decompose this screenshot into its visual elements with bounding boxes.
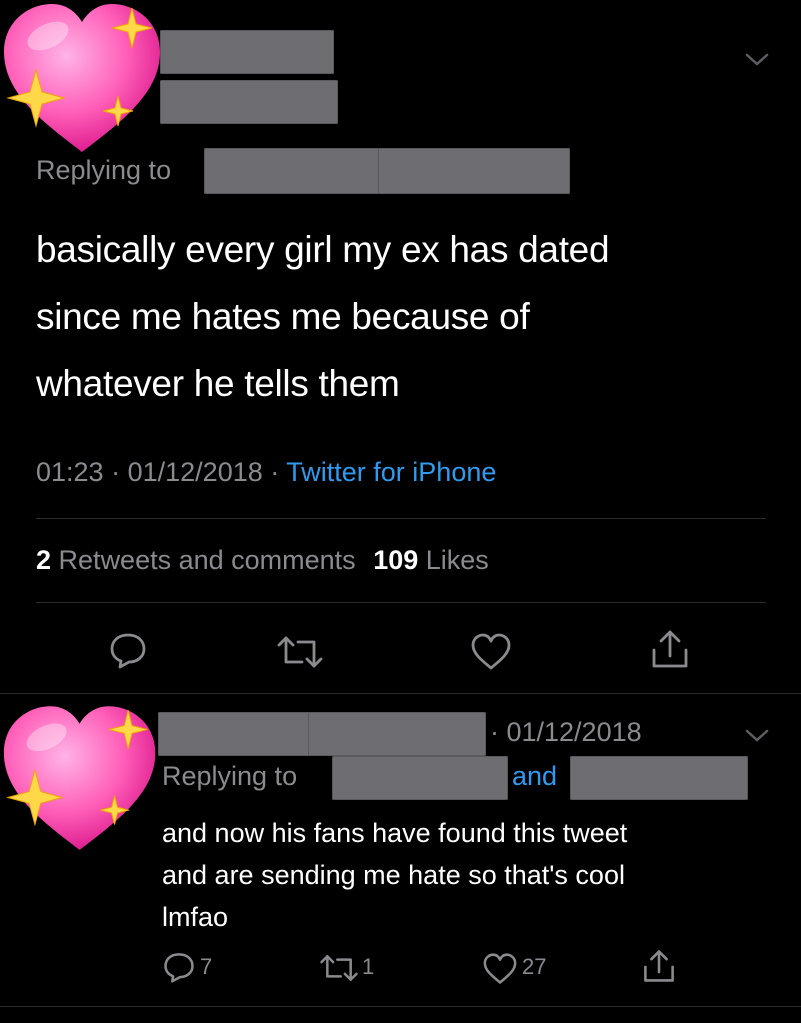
- engagement-stats: 2 Retweets and comments 109 Likes: [36, 545, 489, 576]
- retweets-count: 2: [36, 545, 52, 575]
- share-icon[interactable]: [642, 948, 676, 984]
- display-name-redacted[interactable]: [160, 30, 334, 74]
- divider: [36, 518, 766, 519]
- tweet-meta: 01:23 · 01/12/2018 · Twitter for iPhone: [36, 457, 496, 488]
- tweet-time: 01:23: [36, 457, 104, 487]
- tweet-text: basically every girl my ex has dated sin…: [36, 216, 610, 417]
- reply-icon[interactable]: [108, 631, 148, 669]
- replying-to-user-redacted-2[interactable]: [378, 148, 570, 194]
- like-icon[interactable]: [482, 953, 518, 985]
- like-count: 27: [522, 954, 547, 979]
- chevron-down-icon[interactable]: [744, 52, 770, 68]
- tweet-text-line: since me hates me because of: [36, 296, 530, 337]
- sparkling-heart-icon[interactable]: [0, 700, 165, 860]
- handle-redacted[interactable]: [160, 80, 338, 124]
- tweet-source-link[interactable]: Twitter for iPhone: [286, 457, 496, 487]
- reply-text-line: and are sending me hate so that's cool: [162, 860, 625, 890]
- replying-to-user-redacted-1[interactable]: [204, 148, 380, 194]
- chevron-down-icon[interactable]: [744, 728, 770, 744]
- tweet-text-line: basically every girl my ex has dated: [36, 229, 610, 270]
- meta-separator: ·: [270, 457, 280, 487]
- reply-text: and now his fans have found this tweet a…: [162, 812, 627, 938]
- likes-stat[interactable]: 109 Likes: [373, 545, 489, 575]
- retweets-label: Retweets and comments: [58, 545, 356, 575]
- divider: [0, 693, 801, 694]
- replying-to-label: Replying to: [162, 761, 298, 791]
- handle-redacted[interactable]: [308, 712, 486, 756]
- replying-to-user-redacted-1[interactable]: [332, 756, 508, 800]
- divider: [0, 1006, 801, 1007]
- and-label: and: [512, 761, 558, 791]
- tweet-date: 01/12/2018: [127, 457, 263, 487]
- reply-icon[interactable]: [162, 951, 196, 983]
- retweet-icon[interactable]: [318, 953, 360, 983]
- meta-separator: ·: [111, 457, 121, 487]
- sparkling-heart-icon[interactable]: [0, 0, 170, 160]
- divider: [36, 602, 766, 603]
- reply-text-line: lmfao: [162, 902, 229, 932]
- reply-text-line: and now his fans have found this tweet: [162, 818, 628, 848]
- replying-to-user-redacted-2[interactable]: [570, 756, 748, 800]
- reply-date: · 01/12/2018: [490, 717, 642, 747]
- display-name-redacted[interactable]: [158, 712, 310, 756]
- retweet-count: 1: [362, 954, 375, 979]
- likes-count: 109: [373, 545, 419, 575]
- reply-count: 7: [200, 954, 213, 979]
- like-icon[interactable]: [470, 633, 512, 671]
- retweet-icon[interactable]: [276, 634, 324, 670]
- tweet-text-line: whatever he tells them: [36, 363, 400, 404]
- share-icon[interactable]: [650, 628, 690, 670]
- retweets-stat[interactable]: 2 Retweets and comments: [36, 545, 363, 575]
- replying-to-label: Replying to: [36, 155, 172, 185]
- likes-label: Likes: [425, 545, 489, 575]
